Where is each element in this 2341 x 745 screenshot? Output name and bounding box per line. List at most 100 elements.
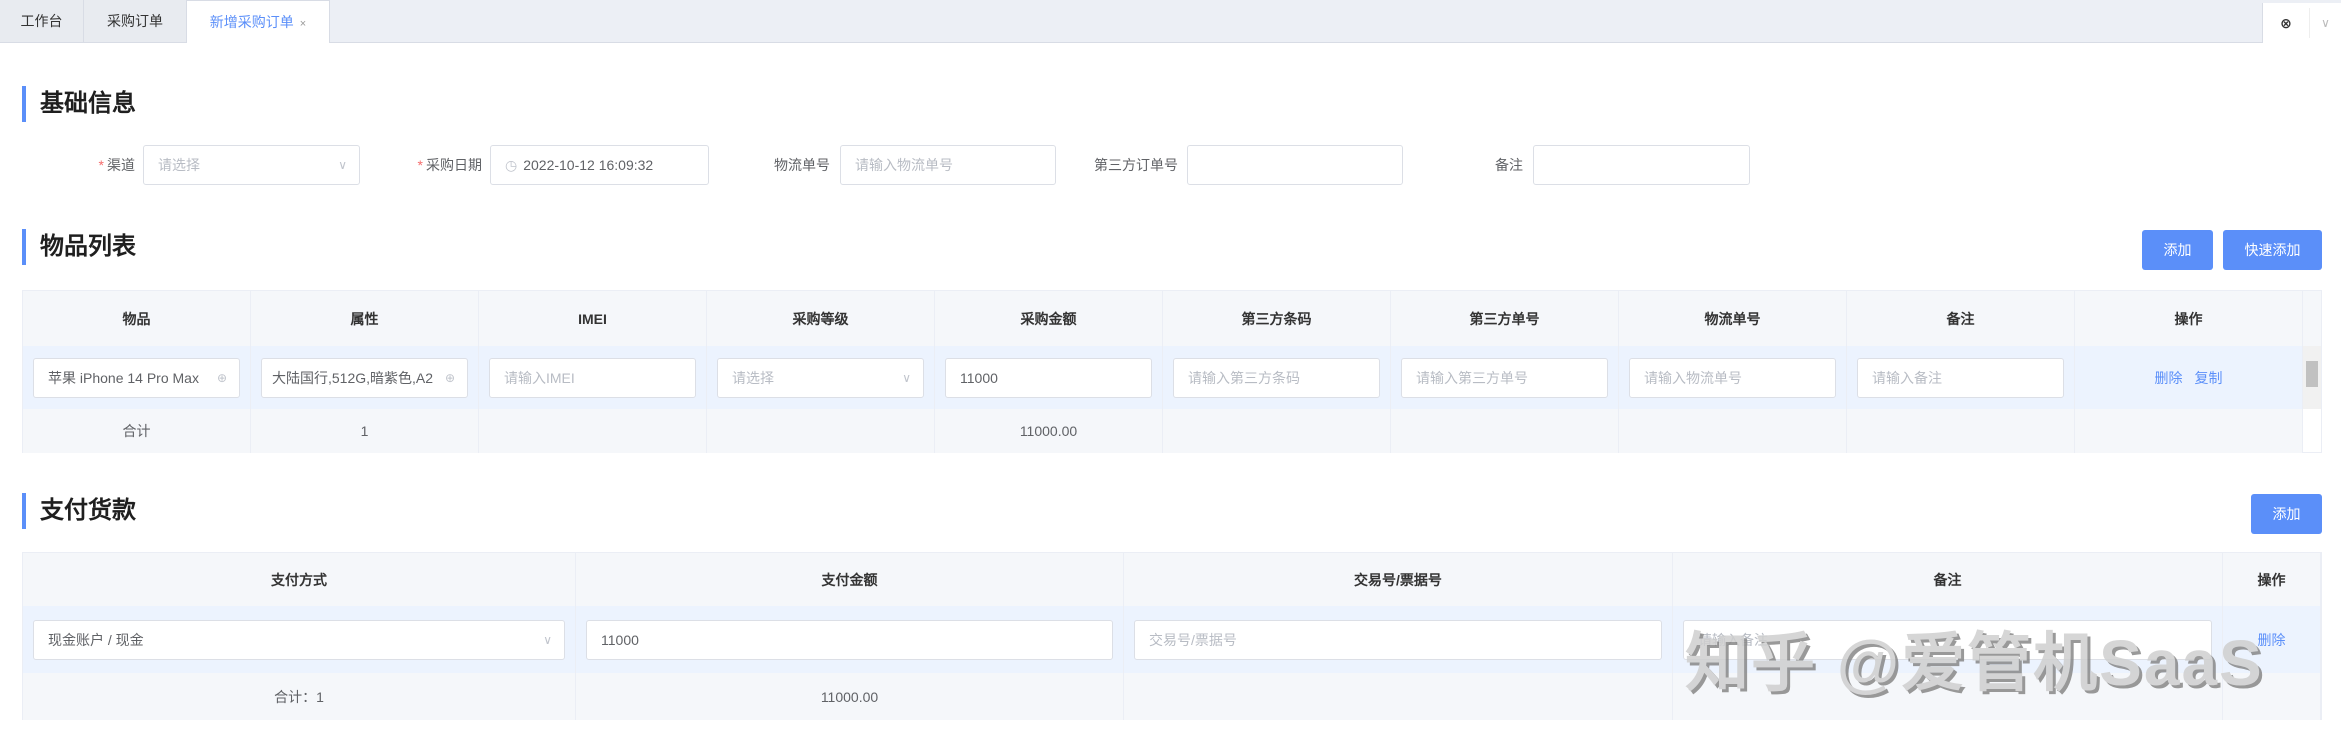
add-item-button[interactable]: 添加	[2142, 230, 2213, 270]
item-input[interactable]: 苹果 iPhone 14 Pro Max ⊕	[33, 357, 240, 398]
amount-cell: 11000	[935, 346, 1163, 409]
method-cell: 现金账户 / 现金 ∨	[23, 606, 576, 673]
tab-purchase-orders[interactable]: 采购订单	[84, 0, 187, 42]
quick-add-button[interactable]: 快速添加	[2223, 230, 2322, 270]
column-header: 物流单号	[1619, 291, 1847, 346]
txn-input[interactable]: 交易号/票据号	[1134, 619, 1662, 660]
delete-link[interactable]: 删除	[2258, 630, 2286, 650]
scrollbar[interactable]	[2303, 346, 2321, 409]
attr-input[interactable]: 大陆国行,512G,暗紫色,A2 ⊕	[261, 357, 468, 398]
close-icon[interactable]: ×	[300, 18, 306, 30]
pay-amount-input[interactable]: 11000	[586, 619, 1113, 660]
total-count: 1	[251, 409, 479, 453]
date-value: 2022-10-12 16:09:32	[523, 157, 654, 173]
column-header: 支付方式	[23, 553, 576, 606]
method-value: 现金账户 / 现金	[48, 631, 144, 648]
label-text: 渠道	[107, 157, 135, 173]
scrollbar-thumb[interactable]	[2306, 361, 2318, 387]
column-header: 采购金额	[935, 291, 1163, 346]
channel-select[interactable]: 请选择 ∨	[143, 145, 360, 185]
clock-icon: ◷	[505, 157, 518, 173]
item-cell: 苹果 iPhone 14 Pro Max ⊕	[23, 346, 251, 409]
imei-cell: 请输入IMEI	[479, 346, 707, 409]
pay-remark-input[interactable]: 请输入备注	[1683, 619, 2212, 660]
required-mark: *	[417, 157, 423, 173]
pay-remark-cell: 请输入备注	[1673, 606, 2223, 673]
copy-link[interactable]: 复制	[2195, 368, 2223, 388]
third-no-cell: 请输入第三方单号	[1391, 346, 1619, 409]
empty-cell	[707, 409, 935, 453]
column-header: 交易号/票据号	[1124, 553, 1673, 606]
table-header: 支付方式 支付金额 交易号/票据号 备注 操作	[23, 553, 2321, 606]
third-no-input[interactable]: 请输入第三方单号	[1401, 357, 1608, 398]
column-header: 属性	[251, 291, 479, 346]
tab-controls: ⊗ ∨	[2262, 3, 2341, 43]
placeholder: 请输入第三方条码	[1188, 369, 1300, 386]
remark-input[interactable]	[1533, 145, 1750, 185]
close-all-icon[interactable]: ⊗	[2263, 15, 2309, 32]
section-title-items: 物品列表	[22, 229, 136, 265]
tab-label: 新增采购订单	[209, 14, 294, 30]
method-select[interactable]: 现金账户 / 现金 ∨	[33, 619, 565, 660]
item-remark-input[interactable]: 请输入备注	[1857, 357, 2064, 398]
empty-cell	[1673, 673, 2223, 720]
items-table: 物品 属性 IMEI 采购等级 采购金额 第三方条码 第三方单号 物流单号 备注 操作 苹果 iP…	[22, 290, 2322, 453]
pay-total-count: 合计：1	[23, 673, 576, 720]
pay-action-cell: 删除	[2223, 606, 2321, 673]
remark-label: 备注	[1495, 157, 1523, 173]
section-title-payment: 支付货款	[22, 493, 136, 529]
barcode-cell: 请输入第三方条码	[1163, 346, 1391, 409]
pay-total-amount: 11000.00	[576, 673, 1124, 720]
amount-input[interactable]: 11000	[945, 357, 1152, 398]
placeholder: 请选择	[158, 157, 200, 173]
logistics-cell: 请输入物流单号	[1619, 346, 1847, 409]
placeholder: 请输入第三方单号	[1416, 369, 1528, 386]
logistics-input[interactable]: 请输入物流单号	[840, 145, 1056, 185]
add-payment-button[interactable]: 添加	[2251, 494, 2322, 534]
tab-workbench[interactable]: 工作台	[0, 0, 84, 42]
empty-cell	[1391, 409, 1619, 453]
attr-cell: 大陆国行,512G,暗紫色,A2 ⊕	[251, 346, 479, 409]
placeholder: 交易号/票据号	[1149, 631, 1237, 648]
chevron-down-icon: ∨	[543, 632, 552, 647]
third-order-input[interactable]	[1187, 145, 1403, 185]
total-row: 合计：1 11000.00	[23, 673, 2321, 720]
third-order-label: 第三方订单号	[1094, 157, 1178, 173]
total-label: 合计	[23, 409, 251, 453]
column-header: IMEI	[479, 291, 707, 346]
column-header: 第三方单号	[1391, 291, 1619, 346]
column-header: 备注	[1673, 553, 2223, 606]
remark-cell: 请输入备注	[1847, 346, 2075, 409]
payment-table: 支付方式 支付金额 交易号/票据号 备注 操作 现金账户 / 现金 ∨ 11000 交易号…	[22, 552, 2322, 720]
delete-link[interactable]: 删除	[2155, 368, 2183, 388]
date-label: * 采购日期	[390, 145, 482, 185]
txn-cell: 交易号/票据号	[1124, 606, 1673, 673]
required-mark: *	[98, 157, 104, 173]
tab-new-purchase-order[interactable]: 新增采购订单 ×	[187, 0, 330, 43]
empty-cell	[1124, 673, 1673, 720]
column-header: 采购等级	[707, 291, 935, 346]
grade-select[interactable]: 请选择 ∨	[717, 357, 924, 398]
label-text: 采购日期	[426, 157, 482, 173]
date-picker[interactable]: ◷ 2022-10-12 16:09:32	[490, 145, 709, 185]
total-row: 合计 1 11000.00	[23, 409, 2321, 453]
logistics-no-input[interactable]: 请输入物流单号	[1629, 357, 1836, 398]
item-value: 苹果 iPhone 14 Pro Max	[48, 369, 199, 386]
empty-cell	[2075, 409, 2303, 453]
placeholder: 请输入IMEI	[504, 369, 575, 386]
column-header: 第三方条码	[1163, 291, 1391, 346]
empty-cell	[1847, 409, 2075, 453]
plus-circle-icon[interactable]: ⊕	[445, 359, 455, 397]
plus-circle-icon[interactable]: ⊕	[217, 359, 227, 397]
imei-input[interactable]: 请输入IMEI	[489, 357, 696, 398]
placeholder: 请输入备注	[1872, 369, 1942, 386]
table-row: 现金账户 / 现金 ∨ 11000 交易号/票据号 请输入备注 删除	[23, 606, 2321, 673]
section-title-basic: 基础信息	[22, 86, 136, 122]
chevron-down-icon[interactable]: ∨	[2309, 8, 2341, 38]
chevron-down-icon: ∨	[338, 158, 347, 172]
tab-bar: 工作台 采购订单 新增采购订单 × ⊗ ∨	[0, 0, 2341, 43]
empty-cell	[479, 409, 707, 453]
barcode-input[interactable]: 请输入第三方条码	[1173, 357, 1380, 398]
channel-label: * 渠道	[60, 145, 135, 185]
column-header: 支付金额	[576, 553, 1124, 606]
